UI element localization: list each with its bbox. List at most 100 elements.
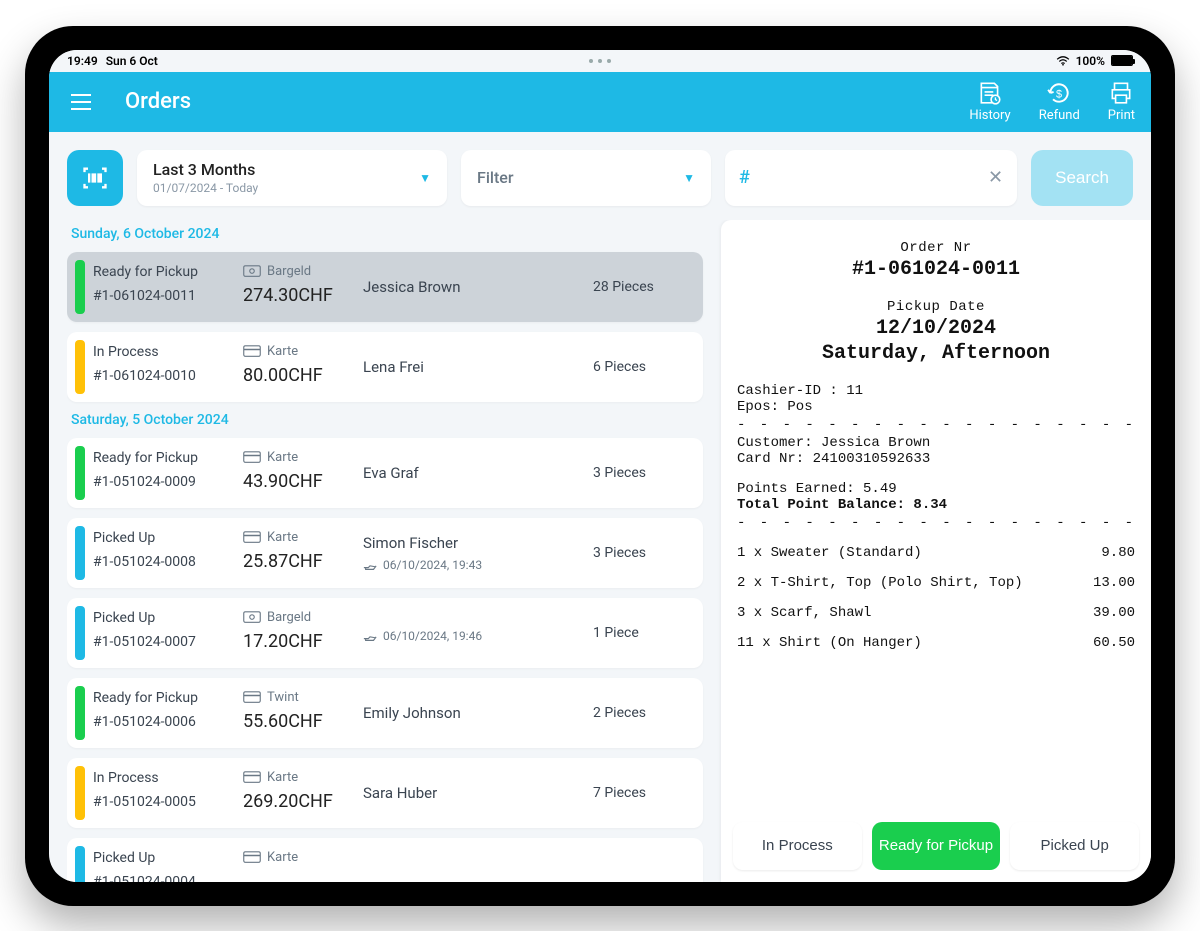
receipt-panel: Order Nr #1-061024-0011 Pickup Date 12/1…: [721, 220, 1151, 882]
date: Sun 6 Oct: [106, 54, 158, 68]
item-desc: 11 x Shirt (On Hanger): [737, 635, 922, 651]
order-card[interactable]: Ready for Pickup #1-051024-0006 Twint 55…: [67, 678, 703, 748]
orders-list[interactable]: Sunday, 6 October 2024 Ready for Pickup …: [67, 220, 707, 882]
tablet-frame: 19:49 Sun 6 Oct 100% Orders History $ Re…: [25, 26, 1175, 906]
epos-line: Epos: Pos: [737, 399, 1135, 415]
svg-text:$: $: [1056, 88, 1062, 100]
print-icon: [1108, 80, 1134, 106]
card-line: Card Nr: 24100310592633: [737, 451, 1135, 467]
filter-label: Filter: [477, 168, 514, 187]
pickup-time: 06/10/2024, 19:46: [363, 629, 593, 643]
order-status: Picked Up: [93, 850, 243, 866]
payment-method: Bargeld: [243, 610, 363, 625]
day-header: Saturday, 5 October 2024: [71, 412, 703, 428]
pickup-label: Pickup Date: [737, 299, 1135, 315]
item-desc: 2 x T-Shirt, Top (Polo Shirt, Top): [737, 575, 1023, 591]
status-ready[interactable]: Ready for Pickup: [872, 822, 1001, 870]
customer-name: Jessica Brown: [363, 278, 593, 296]
pieces-count: 1 Piece: [593, 625, 639, 641]
filter-dropdown[interactable]: Filter ▼: [461, 150, 711, 206]
search-button[interactable]: Search: [1031, 150, 1133, 206]
order-card[interactable]: Picked Up #1-051024-0007 Bargeld 17.20CH…: [67, 598, 703, 668]
status-buttons: In Process Ready for Pickup Picked Up: [721, 810, 1151, 882]
status-stripe: [75, 766, 85, 820]
payment-method: Karte: [243, 770, 363, 785]
date-range-label: Last 3 Months: [153, 160, 258, 179]
barcode-button[interactable]: [67, 150, 123, 206]
status-in-process[interactable]: In Process: [733, 822, 862, 870]
order-id: #1-051024-0008: [93, 554, 243, 570]
order-id: #1-061024-0011: [93, 288, 243, 304]
pieces-count: 6 Pieces: [593, 359, 646, 375]
order-amount: 17.20CHF: [243, 631, 363, 652]
order-card[interactable]: Picked Up #1-051024-0008 Karte 25.87CHF …: [67, 518, 703, 588]
status-stripe: [75, 606, 85, 660]
order-nr: #1-061024-0011: [737, 258, 1135, 281]
order-status: Ready for Pickup: [93, 264, 243, 280]
order-status: In Process: [93, 770, 243, 786]
battery-percent: 100%: [1076, 54, 1105, 68]
chevron-down-icon: ▼: [419, 171, 431, 185]
status-stripe: [75, 686, 85, 740]
order-card[interactable]: Ready for Pickup #1-061024-0011 Bargeld …: [67, 252, 703, 322]
date-range-dropdown[interactable]: Last 3 Months 01/07/2024 - Today ▼: [137, 150, 447, 206]
pieces-count: 7 Pieces: [593, 785, 646, 801]
pieces-count: 28 Pieces: [593, 279, 654, 295]
order-card[interactable]: Picked Up #1-051024-0004 Karte: [67, 838, 703, 882]
customer-name: Simon Fischer: [363, 534, 593, 552]
order-id: #1-051024-0004: [93, 874, 243, 882]
item-price: 13.00: [1093, 575, 1135, 591]
order-id: #1-051024-0009: [93, 474, 243, 490]
order-card[interactable]: In Process #1-061024-0010 Karte 80.00CHF…: [67, 332, 703, 402]
order-amount: 80.00CHF: [243, 365, 363, 386]
barcode-icon: [81, 164, 109, 192]
item-price: 9.80: [1101, 545, 1135, 561]
menu-button[interactable]: [65, 86, 97, 118]
search-input[interactable]: [758, 169, 988, 186]
print-button[interactable]: Print: [1108, 80, 1135, 123]
history-button[interactable]: History: [969, 80, 1010, 123]
search-field[interactable]: # ✕: [725, 150, 1017, 206]
customer-name: Emily Johnson: [363, 704, 593, 722]
order-card[interactable]: In Process #1-051024-0005 Karte 269.20CH…: [67, 758, 703, 828]
payment-method: Bargeld: [243, 264, 363, 279]
history-label: History: [969, 108, 1010, 123]
points-line: Points Earned: 5.49: [737, 481, 1135, 497]
order-status: Ready for Pickup: [93, 690, 243, 706]
receipt-item: 1 x Sweater (Standard) 9.80: [737, 545, 1135, 561]
clear-icon[interactable]: ✕: [988, 167, 1003, 188]
order-card[interactable]: Ready for Pickup #1-051024-0009 Karte 43…: [67, 438, 703, 508]
pickup-time: 06/10/2024, 19:43: [363, 558, 593, 572]
order-amount: 274.30CHF: [243, 285, 363, 306]
receipt-item: 2 x T-Shirt, Top (Polo Shirt, Top) 13.00: [737, 575, 1135, 591]
payment-method: Karte: [243, 450, 363, 465]
order-status: In Process: [93, 344, 243, 360]
multitask-dots: [589, 59, 611, 63]
history-icon: [977, 80, 1003, 106]
customer-line: Customer: Jessica Brown: [737, 435, 1135, 451]
order-id: #1-051024-0007: [93, 634, 243, 650]
payment-method: Karte: [243, 850, 363, 865]
order-amount: 269.20CHF: [243, 791, 363, 812]
receipt-item: 3 x Scarf, Shawl39.00: [737, 605, 1135, 621]
wifi-icon: [1056, 56, 1070, 66]
refund-icon: $: [1046, 80, 1072, 106]
status-stripe: [75, 260, 85, 314]
order-status: Picked Up: [93, 530, 243, 546]
item-price: 60.50: [1093, 635, 1135, 651]
page-title: Orders: [125, 89, 191, 114]
order-amount: 25.87CHF: [243, 551, 363, 572]
refund-label: Refund: [1039, 108, 1080, 123]
pieces-count: 2 Pieces: [593, 705, 646, 721]
item-desc: 1 x Sweater (Standard): [737, 545, 922, 561]
status-picked[interactable]: Picked Up: [1010, 822, 1139, 870]
app-header: Orders History $ Refund Print: [49, 72, 1151, 132]
status-stripe: [75, 340, 85, 394]
refund-button[interactable]: $ Refund: [1039, 80, 1080, 123]
status-stripe: [75, 446, 85, 500]
divider: - - - - - - - - - - - - - - - - - - - - …: [737, 417, 1135, 433]
order-id: #1-051024-0005: [93, 794, 243, 810]
battery-icon: [1111, 55, 1133, 66]
order-status: Picked Up: [93, 610, 243, 626]
payment-method: Karte: [243, 530, 363, 545]
